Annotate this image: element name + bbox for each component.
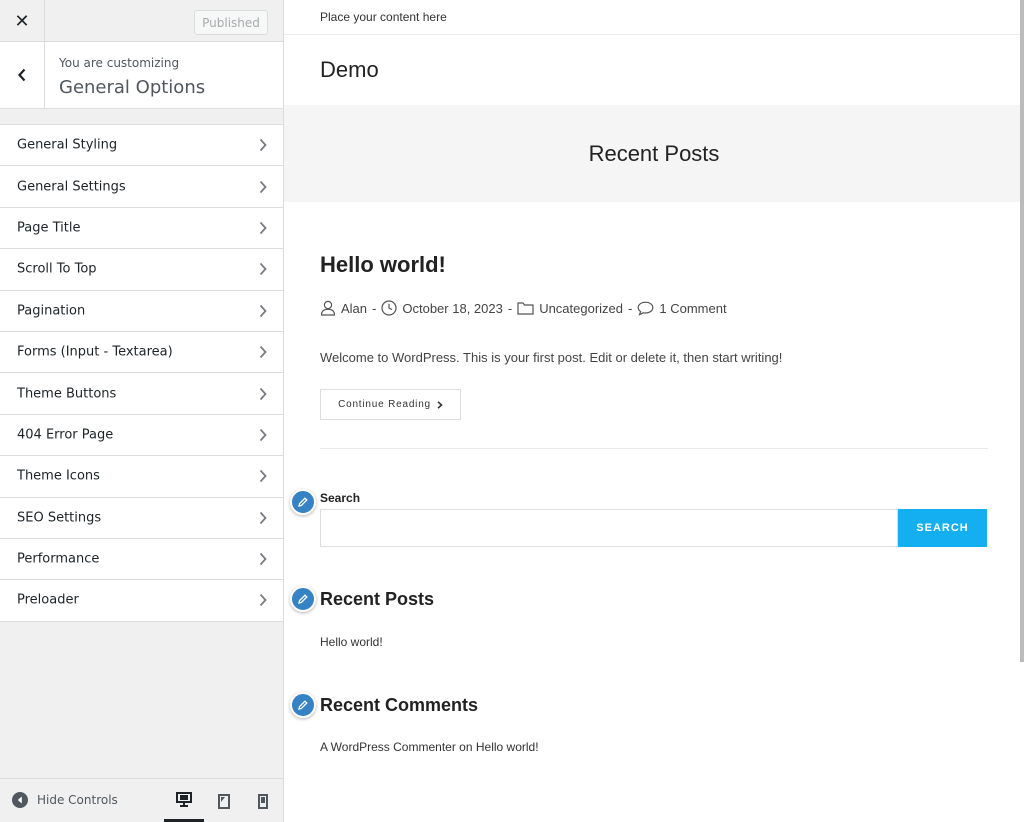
device-mobile-button[interactable] (243, 779, 283, 822)
menu-item-pagination[interactable]: Pagination (0, 290, 283, 332)
menu-item-label: Scroll To Top (17, 261, 97, 277)
section-info: You are customizing General Options (0, 42, 283, 109)
back-button[interactable] (0, 42, 45, 108)
chevron-right-icon (259, 346, 267, 359)
preview-scrollbar[interactable] (1020, 0, 1024, 662)
chevron-right-icon (437, 400, 443, 409)
page-header: Recent Posts (284, 105, 1024, 202)
search-input[interactable] (320, 509, 898, 547)
post-title[interactable]: Hello world! (320, 252, 446, 278)
menu-item-label: Pagination (17, 303, 86, 319)
menu-item-label: Forms (Input - Textarea) (17, 344, 173, 360)
menu-item-theme-icons[interactable]: Theme Icons (0, 456, 283, 498)
hide-controls-label: Hide Controls (37, 793, 118, 807)
chevron-right-icon (259, 594, 267, 607)
close-customizer-button[interactable]: ✕ (0, 0, 45, 42)
tablet-icon (218, 793, 230, 809)
menu-item-label: 404 Error Page (17, 427, 114, 443)
menu-item-scroll-to-top[interactable]: Scroll To Top (0, 249, 283, 291)
chevron-right-icon (259, 304, 267, 317)
top-bar: Place your content here (284, 0, 1024, 35)
recent-comments-widget-title: Recent Comments (320, 695, 479, 715)
customizer-footer: Hide Controls (0, 778, 283, 822)
menu-item-performance[interactable]: Performance (0, 538, 283, 581)
clock-icon (381, 300, 397, 316)
customizer-sidebar: ✕ Published You are customizing General … (0, 0, 284, 822)
options-menu: General Styling General Settings Page Titl… (0, 124, 283, 622)
edit-recent-comments-widget-shortcut[interactable] (290, 692, 316, 718)
edit-search-widget-shortcut[interactable] (290, 489, 316, 515)
pencil-icon (298, 594, 308, 604)
site-title[interactable]: Demo (320, 57, 379, 83)
menu-item-404-error-page[interactable]: 404 Error Page (0, 414, 283, 457)
customizing-label: You are customizing (59, 56, 180, 70)
post-date: October 18, 2023 (402, 300, 503, 316)
menu-item-label: Preloader (17, 592, 79, 608)
menu-item-general-styling[interactable]: General Styling (0, 125, 283, 167)
comment-post-link[interactable]: Hello world! (476, 740, 539, 754)
chevron-right-icon (259, 139, 267, 152)
menu-item-label: Theme Icons (17, 468, 100, 484)
post-comments-link[interactable]: 1 Comment (659, 301, 726, 316)
menu-item-forms-input-textarea[interactable]: Forms (Input - Textarea) (0, 331, 283, 374)
chevron-right-icon (259, 180, 267, 193)
comment-icon (637, 301, 654, 316)
top-bar-text: Place your content here (320, 10, 447, 24)
post-author[interactable]: Alan (341, 301, 367, 316)
chevron-left-icon (18, 68, 26, 82)
comment-on-text: on (459, 740, 473, 754)
continue-reading-label: Continue Reading (338, 399, 431, 410)
menu-item-page-title[interactable]: Page Title (0, 207, 283, 250)
recent-post-link-text[interactable]: Hello world! (320, 635, 383, 649)
post-excerpt: Welcome to WordPress. This is your first… (320, 350, 783, 365)
menu-item-label: SEO Settings (17, 510, 102, 526)
pencil-icon (298, 700, 308, 710)
collapse-icon (12, 792, 28, 808)
menu-item-general-settings[interactable]: General Settings (0, 166, 283, 208)
menu-item-seo-settings[interactable]: SEO Settings (0, 497, 283, 539)
comment-author-link[interactable]: A WordPress Commenter (320, 740, 456, 754)
menu-item-label: General Styling (17, 137, 118, 153)
chevron-right-icon (259, 221, 267, 235)
page-header-title: Recent Posts (588, 140, 720, 166)
close-icon: ✕ (14, 10, 30, 32)
search-button[interactable]: SEARCH (898, 509, 987, 547)
chevron-right-icon (259, 552, 267, 566)
chevron-right-icon (259, 511, 267, 524)
post-category[interactable]: Uncategorized (539, 301, 623, 316)
hide-controls-button[interactable]: Hide Controls (12, 792, 118, 808)
mobile-icon (258, 793, 268, 809)
chevron-right-icon (259, 470, 267, 483)
menu-item-label: General Settings (17, 179, 126, 195)
chevron-right-icon (259, 428, 267, 442)
section-title: General Options (59, 77, 206, 98)
site-preview: Place your content here Demo Recent Post… (284, 0, 1024, 822)
customizer-header: ✕ Published (0, 0, 283, 42)
published-button[interactable]: Published (194, 10, 268, 35)
recent-comment-item: A WordPress Commenter on Hello world! (320, 740, 539, 754)
device-tablet-button[interactable] (204, 779, 244, 822)
menu-item-label: Performance (17, 551, 100, 567)
chevron-right-icon (259, 387, 267, 400)
site-header: Demo (284, 35, 1024, 105)
chevron-right-icon (259, 263, 267, 276)
menu-item-preloader[interactable]: Preloader (0, 580, 283, 622)
recent-posts-widget-title: Recent Posts (320, 589, 435, 609)
recent-post-link[interactable]: Hello world! (320, 635, 383, 649)
pencil-icon (298, 497, 308, 507)
desktop-icon (176, 791, 192, 807)
user-icon (320, 300, 336, 316)
post-divider (320, 448, 988, 449)
post-meta: Alan - October 18, 2023 - Uncategorized … (320, 300, 727, 316)
search-widget-title: Search (320, 491, 361, 505)
edit-recent-posts-widget-shortcut[interactable] (290, 586, 316, 612)
menu-item-theme-buttons[interactable]: Theme Buttons (0, 373, 283, 415)
folder-icon (517, 301, 534, 315)
menu-item-label: Theme Buttons (17, 386, 117, 402)
device-desktop-button[interactable] (164, 779, 204, 822)
continue-reading-button[interactable]: Continue Reading (320, 389, 461, 420)
menu-item-label: Page Title (17, 220, 81, 236)
